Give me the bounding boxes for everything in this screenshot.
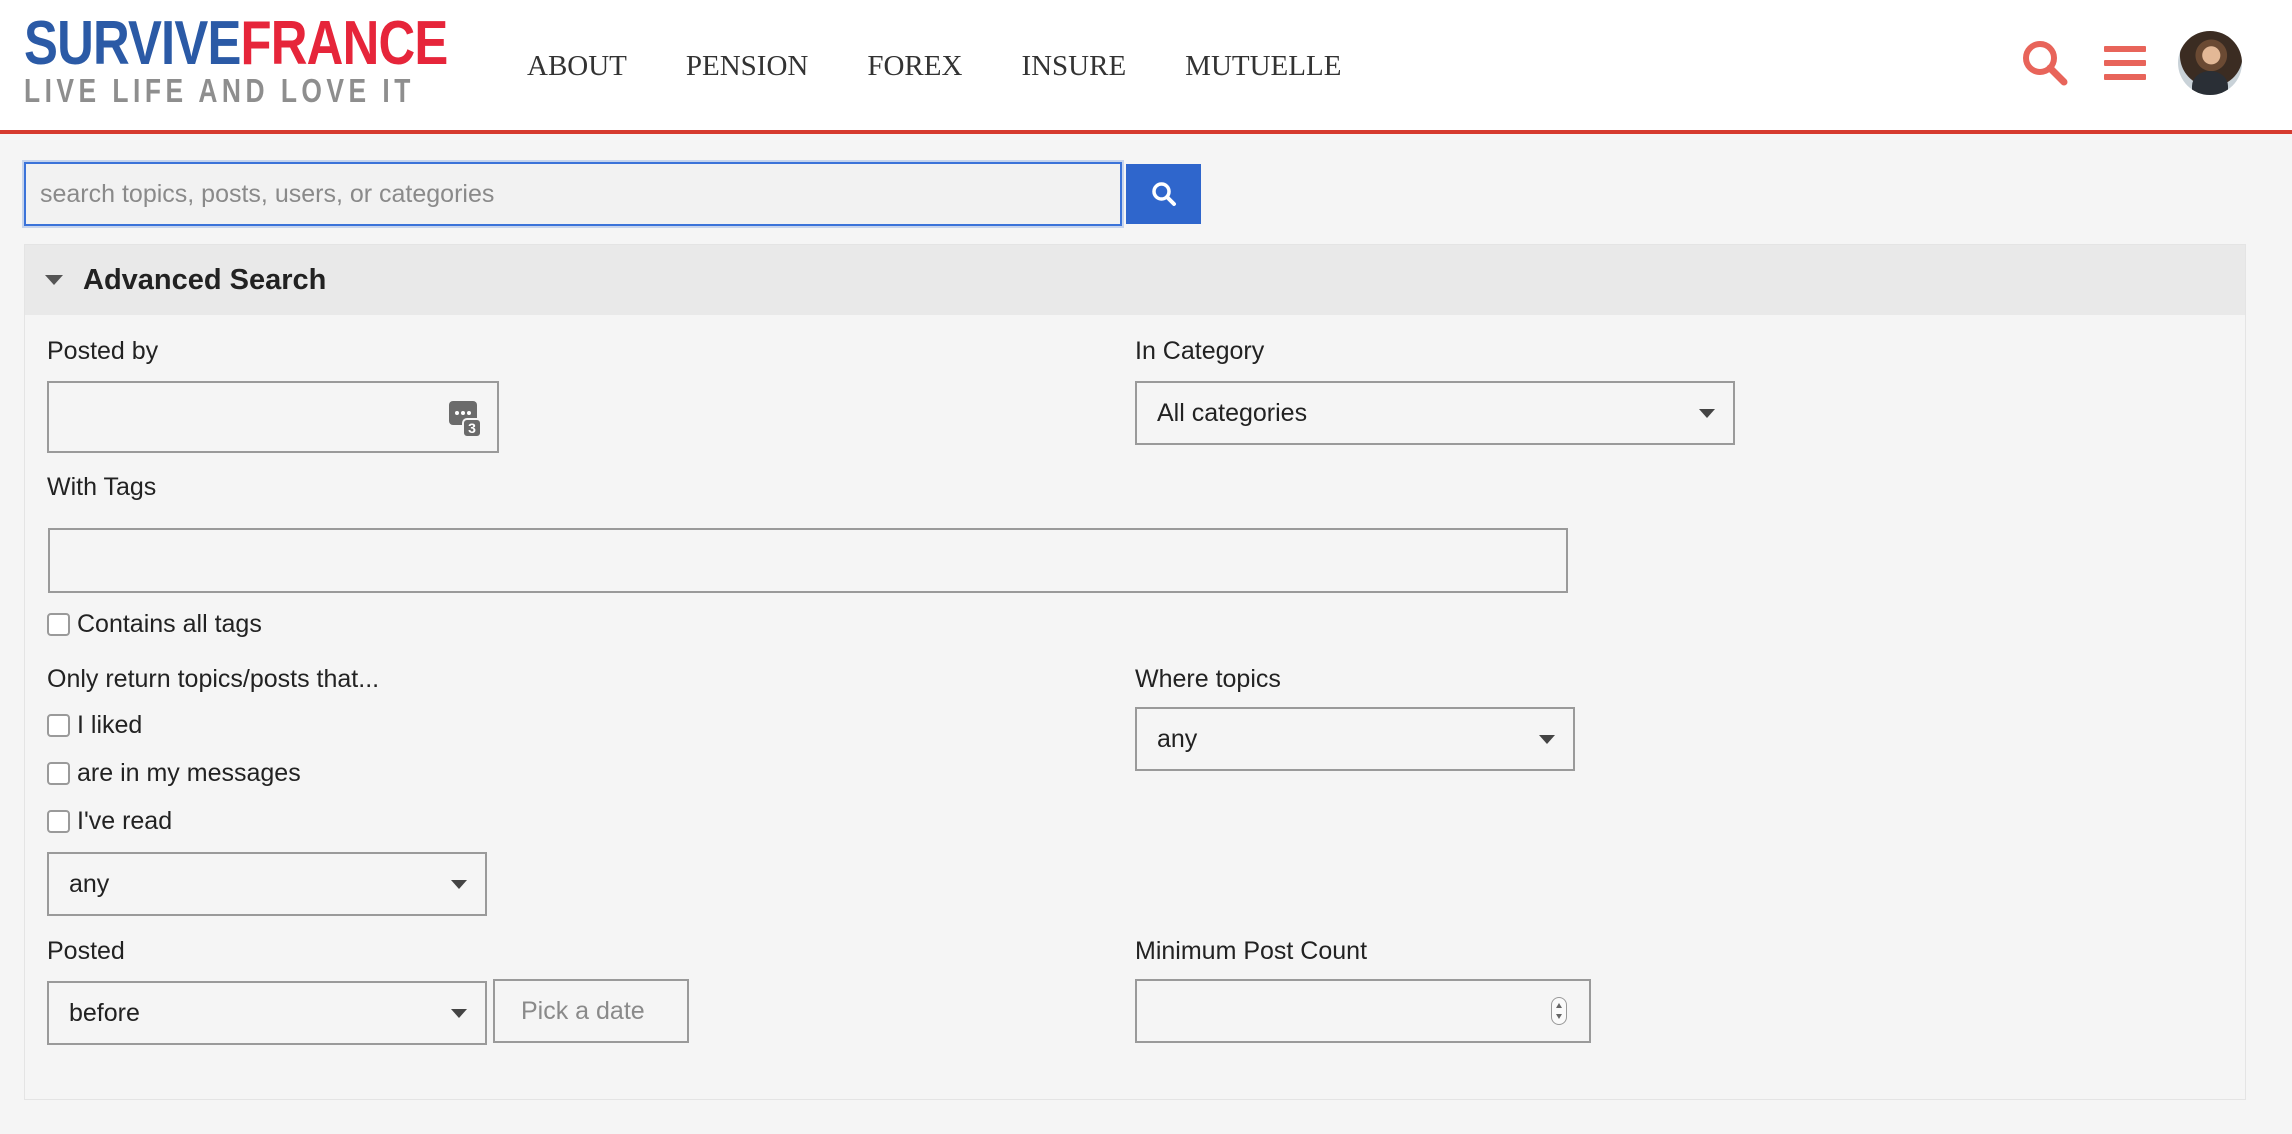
min-post-count-input[interactable]: [1135, 979, 1591, 1043]
number-stepper[interactable]: [1551, 997, 1567, 1025]
main-nav: ABOUT PENSION FOREX INSURE MUTUELLE: [527, 46, 1400, 86]
where-topics-select[interactable]: any: [1135, 707, 1575, 771]
posted-select[interactable]: before: [47, 981, 487, 1045]
with-tags-label: With Tags: [47, 473, 157, 501]
where-topics-label: Where topics: [1135, 665, 1281, 693]
advanced-search-panel: Advanced Search Posted by 3 With Tags Co…: [24, 244, 2246, 1100]
user-chooser-badge: 3: [468, 420, 476, 436]
site-header: SURVIVEFRANCE LIVE LIFE AND LOVE IT ABOU…: [0, 0, 2292, 134]
posted-by-label: Posted by: [47, 337, 159, 365]
category-select[interactable]: All categories: [1135, 381, 1735, 445]
checkbox-ive-read[interactable]: I've read: [47, 807, 172, 836]
search-row: [24, 162, 1201, 226]
logo-survive-text: SURVIVE: [24, 9, 241, 78]
nav-forex[interactable]: FOREX: [867, 46, 962, 86]
header-icons: [1994, 26, 2242, 100]
date-picker-input[interactable]: [493, 979, 689, 1043]
logo-france-text: FRANCE: [240, 9, 449, 78]
contains-all-tags-label: Contains all tags: [77, 610, 262, 638]
i-liked-label: I liked: [77, 711, 143, 739]
header-menu-button[interactable]: [2096, 26, 2154, 100]
posted-select-value: before: [69, 998, 140, 1027]
search-icon: [1151, 182, 1176, 206]
posted-label: Posted: [47, 937, 125, 965]
caret-down-icon: [1539, 735, 1555, 744]
checkbox-box[interactable]: [47, 762, 70, 785]
checkbox-in-my-messages[interactable]: are in my messages: [47, 759, 301, 788]
checkbox-box[interactable]: [47, 810, 70, 833]
caret-down-icon: [45, 275, 63, 285]
user-avatar[interactable]: [2178, 31, 2242, 95]
posted-by-input[interactable]: 3: [47, 381, 499, 453]
advanced-search-toggle[interactable]: Advanced Search: [25, 245, 2245, 315]
logo-tagline: LIVE LIFE AND LOVE IT: [24, 72, 415, 109]
header-search-button[interactable]: [2016, 26, 2074, 100]
search-icon: [2023, 41, 2068, 86]
caret-down-icon: [1699, 409, 1715, 418]
only-return-label: Only return topics/posts that...: [47, 665, 380, 693]
checkbox-box[interactable]: [47, 714, 70, 737]
caret-down-icon: [451, 880, 467, 889]
category-select-value: All categories: [1157, 398, 1308, 427]
tags-input[interactable]: [48, 528, 1568, 593]
checkbox-box[interactable]: [47, 613, 70, 636]
contains-all-tags-checkbox[interactable]: Contains all tags: [47, 610, 262, 639]
caret-down-icon: [451, 1009, 467, 1018]
logo-wordmark: SURVIVEFRANCE: [24, 9, 448, 78]
nav-insure[interactable]: INSURE: [1021, 46, 1126, 86]
min-post-count-label: Minimum Post Count: [1135, 937, 1368, 965]
in-category-label: In Category: [1135, 337, 1265, 365]
hamburger-menu-icon: [2104, 46, 2146, 80]
only-return-select[interactable]: any: [47, 852, 487, 916]
checkbox-i-liked[interactable]: I liked: [47, 711, 142, 740]
advanced-search-title: Advanced Search: [83, 263, 327, 296]
user-chooser-icon: 3: [449, 401, 481, 437]
nav-mutuelle[interactable]: MUTUELLE: [1185, 46, 1341, 86]
search-submit-button[interactable]: [1126, 164, 1201, 224]
in-my-messages-label: are in my messages: [77, 759, 301, 787]
site-logo[interactable]: SURVIVEFRANCE LIVE LIFE AND LOVE IT: [24, 9, 454, 109]
where-topics-select-value: any: [1157, 724, 1198, 753]
nav-pension[interactable]: PENSION: [686, 46, 808, 86]
ive-read-label: I've read: [77, 807, 173, 835]
only-return-select-value: any: [69, 869, 110, 898]
nav-about[interactable]: ABOUT: [527, 46, 627, 86]
search-input[interactable]: [24, 162, 1122, 226]
